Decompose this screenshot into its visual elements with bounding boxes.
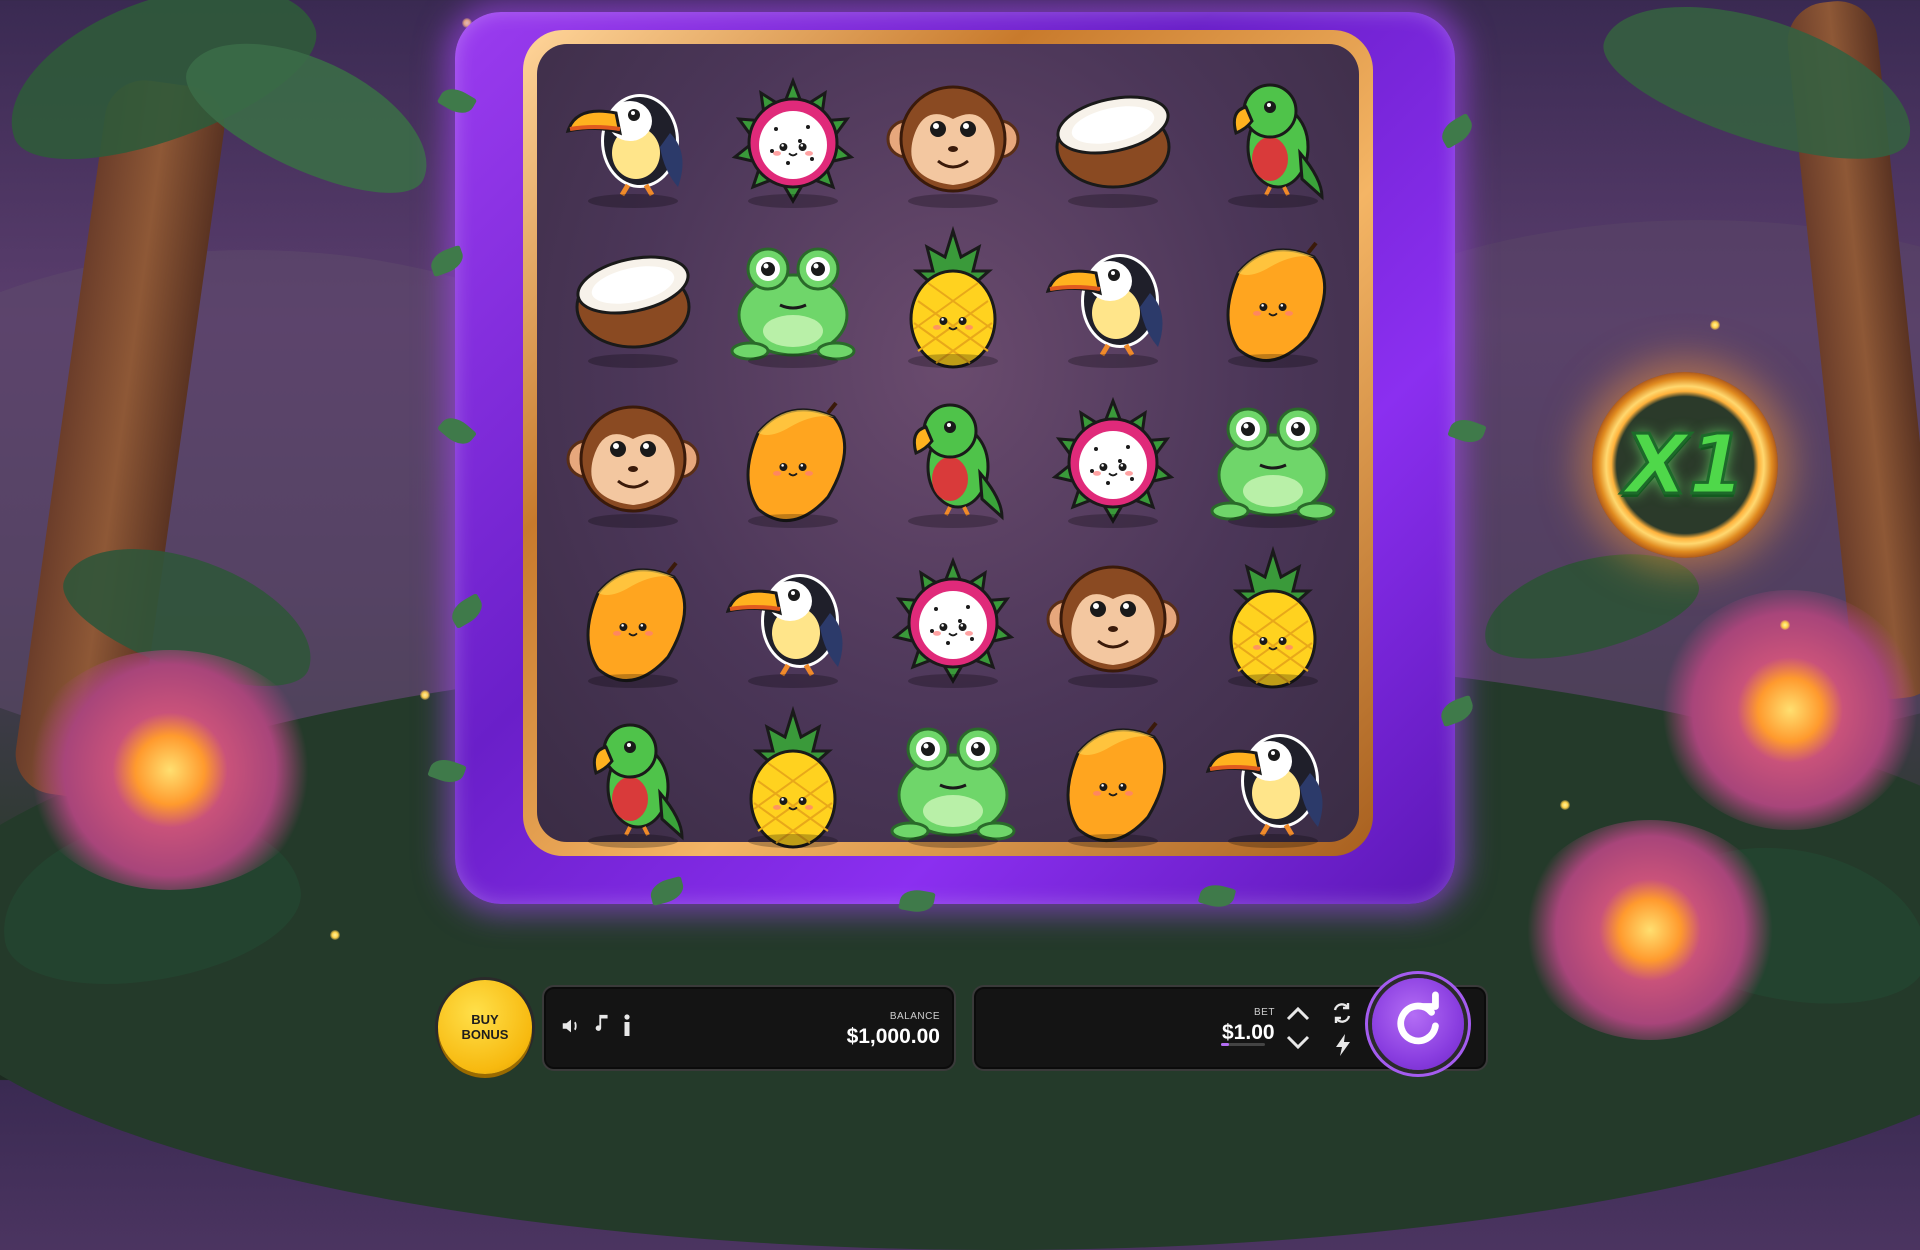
multiplier-value: X1 — [1623, 416, 1746, 514]
pineapple-icon — [749, 705, 837, 849]
parrot-icon — [1232, 83, 1324, 201]
music-note-icon[interactable] — [594, 1013, 612, 1041]
bet-value: $1.00 — [1222, 1021, 1275, 1044]
frog-icon — [890, 727, 1016, 841]
symbol-monkey — [873, 58, 1033, 218]
symbol-pineapple — [713, 698, 873, 858]
symbol-pineapple — [1193, 538, 1353, 698]
symbol-parrot — [553, 698, 713, 858]
mango-icon — [1226, 241, 1327, 363]
coconut-icon — [1055, 95, 1171, 189]
coconut-icon — [575, 255, 691, 349]
balance-value: $1,000.00 — [846, 1025, 940, 1048]
bet-label: BET — [1254, 1007, 1275, 1018]
toucan-icon — [1045, 254, 1163, 357]
toucan-icon — [565, 94, 683, 197]
mango-icon — [746, 401, 847, 523]
symbol-mango — [713, 378, 873, 538]
symbol-monkey — [1033, 538, 1193, 698]
mango-icon — [1066, 721, 1167, 843]
toucan-icon — [1205, 734, 1323, 837]
symbol-toucan — [553, 58, 713, 218]
symbol-coconut — [1033, 58, 1193, 218]
monkey-icon — [1046, 565, 1180, 673]
symbol-dragonfruit — [1033, 378, 1193, 538]
symbol-parrot — [873, 378, 1033, 538]
symbol-grid — [553, 58, 1353, 858]
pineapple-icon — [1229, 545, 1317, 689]
symbol-dragonfruit — [713, 58, 873, 218]
parrot-icon — [912, 403, 1004, 521]
balance-label: BALANCE — [889, 1011, 940, 1022]
info-icon[interactable] — [622, 1013, 632, 1043]
buy-bonus-button[interactable]: BUY BONUS — [438, 980, 532, 1074]
glowing-flower-bottom-right — [1520, 820, 1780, 1040]
parrot-icon — [592, 723, 684, 841]
symbol-mango — [1193, 218, 1353, 378]
spin-arrow-icon — [1387, 990, 1449, 1058]
buy-bonus-label-line2: BONUS — [461, 1027, 509, 1042]
bet-increase-chevron-up-icon[interactable] — [1284, 1003, 1312, 1029]
monkey-icon — [566, 405, 700, 513]
lightning-icon[interactable] — [1334, 1033, 1352, 1063]
symbol-dragonfruit — [873, 538, 1033, 698]
pineapple-icon — [909, 225, 997, 369]
bet-level-indicator — [1221, 1043, 1265, 1046]
buy-bonus-label-line1: BUY — [471, 1012, 499, 1027]
monkey-icon — [886, 85, 1020, 193]
dragonfruit-icon — [731, 76, 855, 204]
symbol-toucan — [1193, 698, 1353, 858]
speaker-icon[interactable] — [560, 1015, 582, 1043]
mango-icon — [586, 561, 687, 683]
multiplier-badge: X1 — [1592, 372, 1778, 558]
symbol-toucan — [1033, 218, 1193, 378]
symbol-coconut — [553, 218, 713, 378]
toucan-icon — [725, 574, 843, 677]
glowing-flower-right — [1660, 590, 1920, 830]
dragonfruit-icon — [891, 556, 1015, 684]
frog-icon — [730, 247, 856, 361]
symbol-parrot — [1193, 58, 1353, 218]
symbol-monkey — [553, 378, 713, 538]
symbol-frog — [1193, 378, 1353, 538]
symbol-mango — [553, 538, 713, 698]
symbol-pineapple — [873, 218, 1033, 378]
glowing-flower-left — [20, 650, 320, 890]
frog-icon — [1210, 407, 1336, 521]
symbol-frog — [873, 698, 1033, 858]
symbol-mango — [1033, 698, 1193, 858]
symbol-toucan — [713, 538, 873, 698]
autoplay-icon[interactable] — [1330, 1001, 1354, 1031]
dragonfruit-icon — [1051, 396, 1175, 524]
balance-panel: BALANCE $1,000.00 — [542, 985, 956, 1071]
symbol-frog — [713, 218, 873, 378]
spin-button[interactable] — [1372, 978, 1464, 1070]
bet-decrease-chevron-down-icon[interactable] — [1284, 1031, 1312, 1057]
